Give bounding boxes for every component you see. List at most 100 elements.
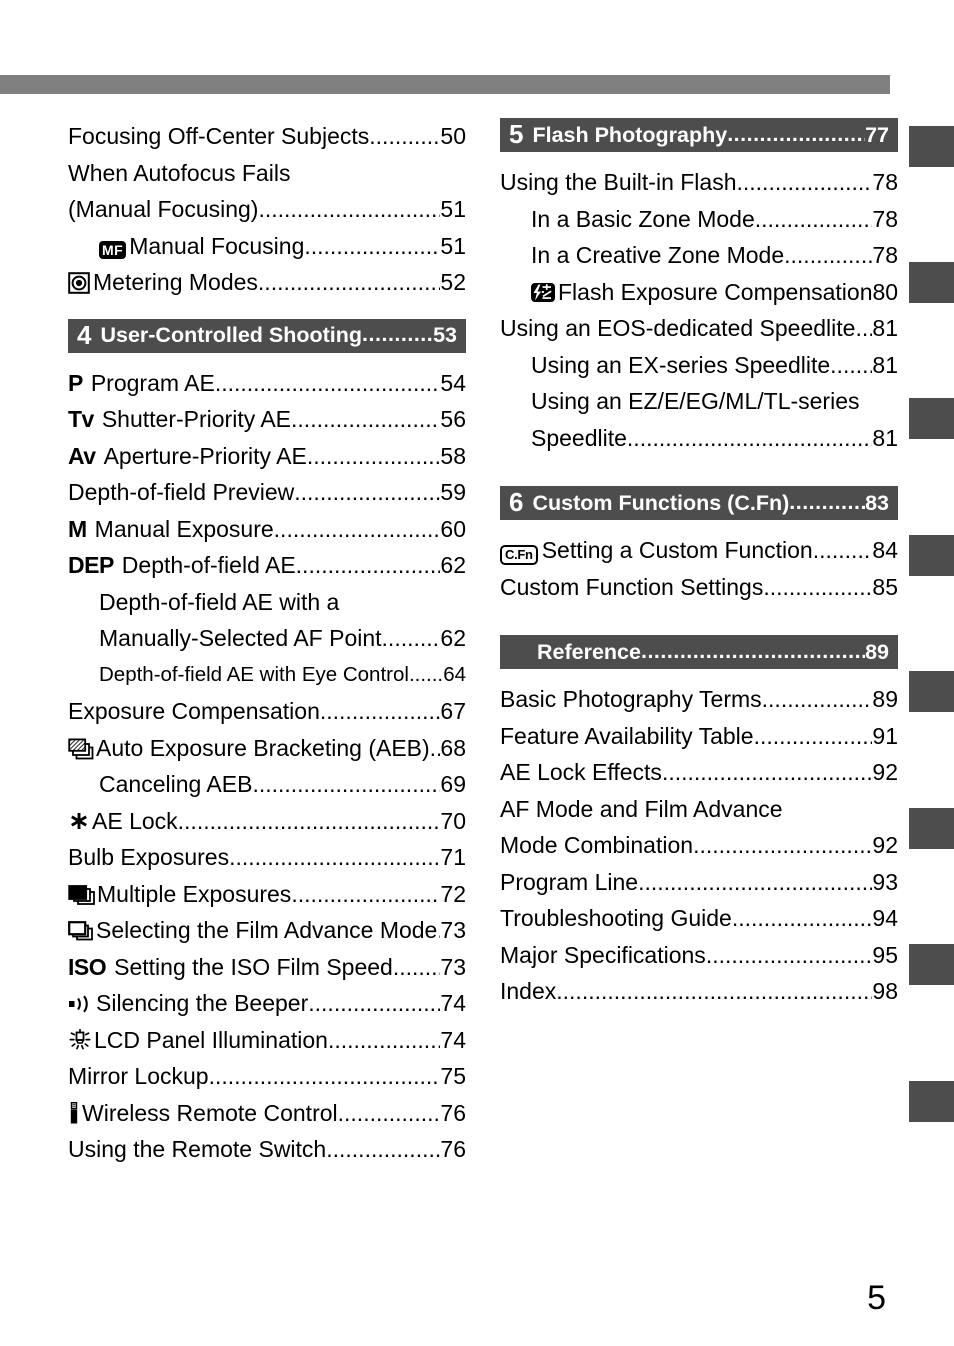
after-bar-gap (68, 357, 466, 365)
toc-entry-page: 75 (440, 1063, 466, 1089)
toc-entry[interactable]: Using an EOS-dedicated Speedlite........… (500, 310, 898, 347)
leader-dots: ........................................… (789, 489, 866, 514)
chapter-page: 53 (433, 323, 457, 347)
toc-entry-page: 85 (872, 573, 898, 600)
toc-entry-page: 50 (440, 123, 466, 149)
toc-entry-continued[interactable]: Metering Modes..........................… (68, 264, 466, 301)
toc-entry[interactable]: P Program AE.............................… (68, 365, 466, 402)
toc-entry[interactable]: Using the Remote Switch ................… (68, 1131, 466, 1168)
leader-dots: ........................................… (291, 880, 440, 907)
toc-entry[interactable]: In a Basic Zone Mode ...................… (500, 201, 898, 238)
toc-entry[interactable]: Av Aperture-Priority AE .................… (68, 438, 466, 475)
toc-entry-label: Shutter-Priority AE (101, 406, 292, 432)
toc-entry-label: Focusing Off-Center Subjects (68, 123, 370, 149)
toc-entry-label: Aperture-Priority AE (103, 442, 307, 469)
leader-dots: ........................................… (304, 232, 440, 259)
chapter-page: 83 (865, 490, 889, 515)
toc-entry-label: Troubleshooting Guide (500, 905, 732, 931)
leader-dots: ........................................… (326, 1136, 441, 1162)
toc-entry-page: 58 (440, 442, 466, 469)
remote-icon (68, 1099, 80, 1123)
toc-entry[interactable]: Feature Availability Table .............… (500, 718, 898, 755)
toc-entry[interactable]: Tv Shutter-Priority AE...................… (68, 401, 466, 438)
aeb-icon (68, 734, 94, 759)
toc-entry[interactable]: Using an EZ/E/EG/ML/TL-series (500, 383, 898, 420)
toc-entry-page: 59 (440, 479, 466, 505)
toc-entry-label: Manual Exposure (94, 515, 274, 542)
mode-dial-glyph-iso: ISO (68, 953, 107, 980)
toc-entry-label: Speedlite (531, 424, 627, 451)
toc-entry[interactable]: Using the Built-in Flash................… (500, 164, 898, 201)
leader-dots: ........................................… (736, 169, 873, 195)
chapter-page: 77 (865, 122, 889, 147)
toc-entry[interactable]: Basic Photography Terms ................… (500, 681, 898, 718)
leader-dots: ........................................… (731, 905, 873, 931)
toc-entry[interactable]: In a Creative Zone Mode.................… (500, 237, 898, 274)
toc-entry[interactable]: Silencing the Beeper....................… (68, 985, 466, 1022)
toc-entry[interactable]: Exposure Compensation ..................… (68, 693, 466, 730)
toc-entry-label: AE Lock (92, 807, 178, 834)
leader-dots: ........................................… (257, 269, 441, 295)
toc-entry[interactable]: Mode Combination........................… (500, 827, 898, 864)
leader-dots: ........................................… (291, 406, 440, 432)
toc-entry[interactable]: DEP Depth-of-field AE ...................… (68, 547, 466, 584)
toc-entry-label: Canceling AEB (99, 771, 253, 797)
toc-entry-label: When Autofocus Fails (68, 159, 291, 186)
toc-entry-continued[interactable]: MFManual Focusing.......................… (68, 228, 466, 265)
toc-entry-label: Metering Modes (93, 269, 258, 295)
toc-entry[interactable]: Index ..................................… (500, 973, 898, 1010)
chapter-header-5[interactable]: 5 Flash Photography......................… (500, 118, 898, 152)
toc-entry[interactable]: Custom Function Settings................… (500, 569, 898, 606)
toc-entry-continued[interactable]: Focusing Off-Center Subjects............… (68, 118, 466, 155)
toc-entry[interactable]: Depth-of-field AE with Eye Control .....… (68, 657, 466, 694)
toc-entry[interactable]: AE Lock.................................… (68, 803, 466, 840)
toc-entry[interactable]: Mirror Lockup...........................… (68, 1058, 466, 1095)
toc-entry[interactable]: Program Line ...........................… (500, 864, 898, 901)
leader-dots: ........................................… (258, 196, 441, 222)
toc-entry[interactable]: Flash Exposure Compensation ............… (500, 274, 898, 311)
toc-entry[interactable]: Using an EX-series Speedlite ...........… (500, 347, 898, 384)
toc-entry-page: 60 (440, 515, 466, 542)
toc-entry[interactable]: Depth-of-field Preview .................… (68, 474, 466, 511)
chapter-header-4[interactable]: 4 User-Controlled Shooting...............… (68, 318, 466, 353)
toc-entry[interactable]: Speedlite ..............................… (500, 420, 898, 457)
toc-entry[interactable]: Auto Exposure Bracketing (AEB) .........… (68, 730, 466, 767)
toc-entry[interactable]: Canceling AEB ..........................… (68, 766, 466, 803)
toc-entry-continued[interactable]: When Autofocus Fails (68, 155, 466, 192)
chapter-header-reference[interactable]: Reference ..............................… (500, 635, 898, 669)
toc-entry[interactable]: LCD Panel Illumination..................… (68, 1022, 466, 1059)
chapter-header-6[interactable]: 6 Custom Functions (C.Fn) ...............… (500, 486, 898, 520)
toc-entry[interactable]: Major Specifications....................… (500, 937, 898, 974)
toc-entry-label: Manually-Selected AF Point (99, 625, 382, 651)
toc-entry-page: 76 (440, 1136, 466, 1162)
after-bar-gap (500, 524, 898, 532)
leader-dots: ........................................… (693, 832, 873, 858)
mode-dial-glyph-p: P (68, 369, 83, 396)
toc-entry[interactable]: Wireless Remote Control.................… (68, 1095, 466, 1132)
toc-entry[interactable]: M Manual Exposure .......................… (68, 511, 466, 548)
edge-tab-1 (909, 126, 954, 167)
toc-entry[interactable]: Manually-Selected AF Point .............… (68, 620, 466, 657)
toc-entry[interactable]: AE Lock Effects ........................… (500, 754, 898, 791)
toc-entry-label: Mirror Lockup (68, 1063, 209, 1089)
toc-entry-label: Auto Exposure Bracketing (AEB) (96, 734, 430, 761)
toc-entry[interactable]: Bulb Exposures..........................… (68, 839, 466, 876)
toc-entry[interactable]: Selecting the Film Advance Mode ........… (68, 912, 466, 949)
leader-dots: ........................................… (252, 771, 441, 797)
toc-entry[interactable]: Multiple Exposures .....................… (68, 876, 466, 913)
edge-tab-5 (909, 671, 954, 712)
leader-dots: ........................................… (556, 978, 872, 1004)
leader-dots: ........................................… (761, 686, 873, 712)
toc-entry-label: Basic Photography Terms (500, 686, 762, 712)
toc-entry[interactable]: C.FnSetting a Custom Function...........… (500, 532, 898, 569)
toc-entry[interactable]: AF Mode and Film Advance (500, 791, 898, 828)
toc-right-column: 5 Flash Photography......................… (500, 118, 898, 1010)
chapter-title: Flash Photography (532, 122, 728, 147)
toc-entry-label: In a Basic Zone Mode (531, 205, 755, 232)
toc-entry[interactable]: ISO Setting the ISO Film Speed...........… (68, 949, 466, 986)
leader-dots: ........................................… (177, 807, 441, 834)
toc-entry-label: (Manual Focusing) (68, 196, 259, 222)
toc-entry-continued[interactable]: (Manual Focusing) ......................… (68, 191, 466, 228)
toc-entry[interactable]: Troubleshooting Guide...................… (500, 900, 898, 937)
toc-entry[interactable]: Depth-of-field AE with a (68, 584, 466, 621)
